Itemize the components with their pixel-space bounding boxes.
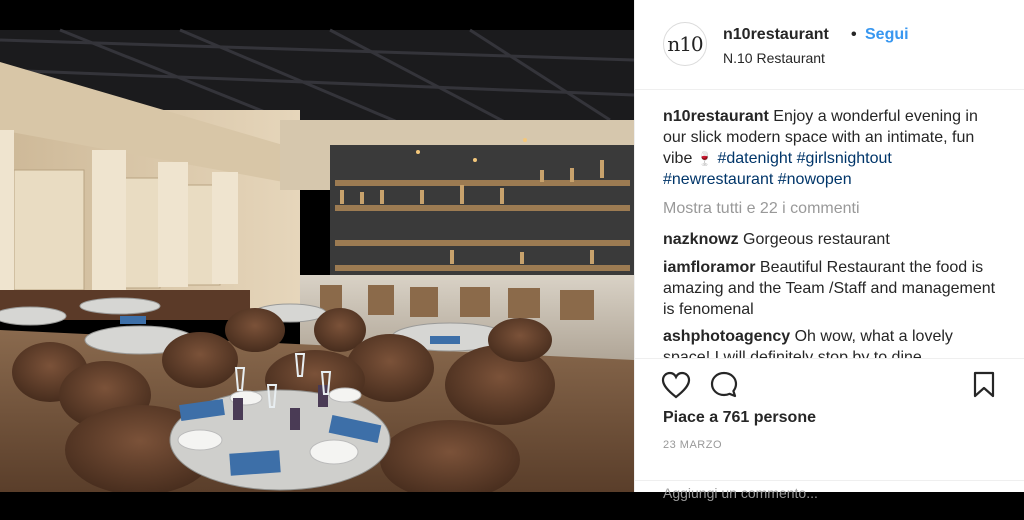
bookmark-icon[interactable] [973, 371, 995, 399]
caption: n10restaurant Enjoy a wonderful evening … [663, 106, 1003, 190]
hashtag-newrestaurant[interactable]: #newrestaurant [663, 171, 773, 188]
post-photo[interactable] [0, 0, 634, 492]
location-link[interactable]: N.10 Restaurant [723, 50, 825, 66]
heart-icon[interactable] [661, 371, 691, 399]
add-comment-bar: Aggiungi un commento... [635, 480, 1024, 520]
comment-item: iamfloramor Beautiful Restaurant the foo… [663, 257, 1003, 320]
comment-text: Gorgeous restaurant [743, 231, 890, 248]
comment-item: nazknowz Gorgeous restaurant [663, 229, 1003, 250]
follow-button[interactable]: Segui [865, 26, 909, 44]
restaurant-interior-image [0, 0, 634, 492]
wine-glass-emoji-icon: 🍷 [696, 151, 713, 166]
hashtag-nowopen[interactable]: #nowopen [778, 171, 852, 188]
comment-username[interactable]: nazknowz [663, 231, 739, 248]
comment-username[interactable]: ashphotoagency [663, 328, 790, 345]
hashtag-girlsnightout[interactable]: #girlsnightout [797, 150, 892, 167]
post-header: n10 n10restaurant • Segui N.10 Restauran… [635, 0, 1024, 90]
add-comment-input[interactable]: Aggiungi un commento... [663, 485, 818, 501]
view-all-comments-link[interactable]: Mostra tutti e 22 i commenti [663, 200, 860, 218]
avatar-logo-text: n10 [667, 32, 703, 56]
comment-icon[interactable] [709, 370, 739, 400]
post-details-panel: n10 n10restaurant • Segui N.10 Restauran… [634, 0, 1024, 501]
comments-section[interactable]: n10restaurant Enjoy a wonderful evening … [635, 90, 1024, 358]
hashtag-datenight[interactable]: #datenight [717, 150, 792, 167]
post-actions: Piace a 761 persone 23 MARZO Aggiungi un… [635, 358, 1024, 501]
avatar[interactable]: n10 [663, 22, 707, 66]
separator-dot: • [851, 26, 857, 43]
comment-username[interactable]: iamfloramor [663, 259, 755, 276]
caption-username[interactable]: n10restaurant [663, 108, 769, 125]
post-date: 23 MARZO [663, 439, 723, 451]
comment-item: ashphotoagency Oh wow, what a lovely spa… [663, 326, 1003, 358]
likes-count[interactable]: Piace a 761 persone [663, 409, 816, 427]
username-link[interactable]: n10restaurant [723, 26, 829, 44]
